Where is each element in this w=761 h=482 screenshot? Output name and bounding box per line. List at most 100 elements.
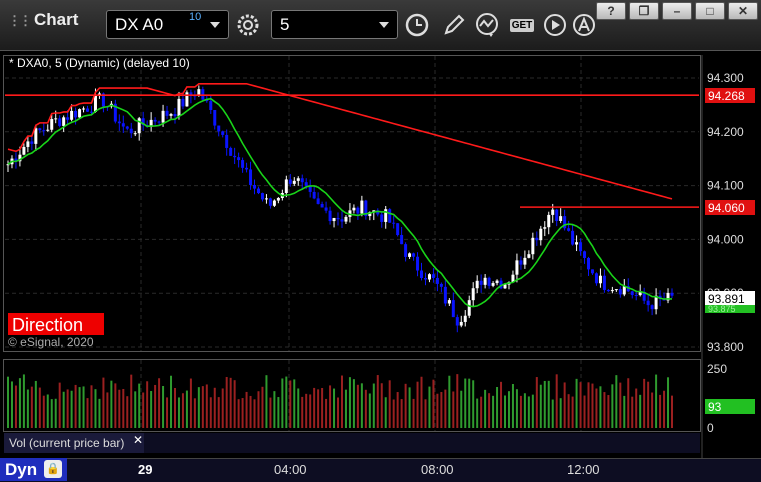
volume-bar <box>337 397 340 428</box>
candle-body <box>312 191 316 199</box>
dynamic-mode-button[interactable]: Dyn 🔒 <box>0 458 67 481</box>
volume-bar <box>333 388 336 428</box>
price-tick-label: 94.300 <box>707 71 744 85</box>
candle-body <box>515 260 519 275</box>
candle-body <box>459 321 463 326</box>
candle-body <box>201 89 205 100</box>
volume-bar <box>229 377 232 428</box>
volume-bar <box>531 394 534 428</box>
volume-bar <box>364 389 367 428</box>
candle-body <box>535 237 539 241</box>
candle-body <box>487 277 491 286</box>
volume-label: Vol (current price bar) <box>9 436 124 450</box>
candle-body <box>431 274 435 278</box>
candle-body <box>268 198 272 206</box>
candle-body <box>86 108 90 112</box>
volume-bar <box>380 383 383 428</box>
candle-body <box>161 110 165 123</box>
candle-body <box>416 256 420 271</box>
time-label-day: 29 <box>138 462 153 477</box>
volume-bar <box>539 384 542 428</box>
volume-bar <box>504 395 507 428</box>
maximize-button[interactable]: □ <box>695 2 725 20</box>
close-study-icon[interactable]: ✕ <box>133 433 143 447</box>
chevron-down-icon[interactable] <box>210 22 220 28</box>
price-tag-middle-text: 94.060 <box>708 201 745 215</box>
interval-select[interactable]: 5 <box>271 10 398 39</box>
candle-body <box>483 277 487 285</box>
volume-bar <box>492 395 495 428</box>
candle-body <box>451 300 455 318</box>
volume-bar <box>66 389 69 428</box>
volume-bar <box>452 391 455 428</box>
candle-body <box>408 253 412 257</box>
volume-tick-label: 0 <box>707 421 714 435</box>
candle-body <box>579 242 583 252</box>
volume-bar <box>309 394 312 428</box>
price-tick-label: 93.800 <box>707 340 744 354</box>
delay-badge: 10 <box>189 11 202 23</box>
volume-bar <box>325 398 328 428</box>
volume-bar <box>615 375 618 428</box>
price-chart[interactable]: 94.30094.20094.10094.00093.90093.800 250… <box>0 51 761 461</box>
help-button[interactable]: ? <box>596 2 626 20</box>
restore-button[interactable]: ❐ <box>629 2 659 20</box>
clock-icon[interactable] <box>403 11 431 39</box>
candle-body <box>634 295 638 297</box>
candle-body <box>427 274 431 280</box>
window-title[interactable]: ⋮⋮ Chart <box>8 10 78 30</box>
volume-bar <box>488 393 491 428</box>
volume-bar <box>261 386 264 428</box>
close-button[interactable]: ✕ <box>728 2 758 20</box>
price-tag-upper-text: 94.268 <box>708 89 745 103</box>
chart-area[interactable]: 94.30094.20094.10094.00093.90093.800 250… <box>0 51 761 461</box>
candle-body <box>264 198 268 200</box>
candle-body <box>344 216 348 222</box>
play-icon[interactable] <box>541 11 569 39</box>
volume-bar <box>134 391 137 428</box>
chevron-down-icon[interactable] <box>379 22 389 28</box>
candle-body <box>241 160 245 168</box>
volume-bar <box>54 398 57 428</box>
candle-body <box>300 178 304 183</box>
lock-icon[interactable]: 🔒 <box>44 460 62 478</box>
candle-body <box>400 235 404 245</box>
volume-bar <box>293 379 296 428</box>
candle-body <box>479 280 483 285</box>
candle-body <box>260 193 264 200</box>
get-data-icon[interactable]: GET <box>505 11 539 39</box>
candle-body <box>54 118 58 120</box>
candle-body <box>225 134 229 148</box>
candle-body <box>352 207 356 211</box>
candle-body <box>121 123 125 127</box>
studies-icon[interactable] <box>473 11 501 39</box>
volume-bar <box>571 396 574 428</box>
grip-icon[interactable]: ⋮⋮ <box>8 13 32 28</box>
candle-body <box>630 291 634 296</box>
volume-bar <box>94 389 97 428</box>
volume-tick-label: 250 <box>707 362 727 376</box>
volume-bar <box>655 374 658 428</box>
volume-bar <box>98 398 101 428</box>
volume-bar <box>82 386 85 428</box>
candle-body <box>531 237 535 255</box>
volume-bar <box>344 389 347 428</box>
volume-bar <box>579 382 582 428</box>
pencil-icon[interactable] <box>440 11 468 39</box>
settings-gear-icon[interactable] <box>234 11 262 39</box>
volume-bar <box>535 377 538 428</box>
time-axis[interactable]: 29 04:00 08:00 12:00 <box>0 458 761 482</box>
minimize-button[interactable]: – <box>662 2 692 20</box>
candle-body <box>455 317 459 326</box>
volume-bar <box>197 387 200 428</box>
volume-bar <box>201 386 204 428</box>
volume-bar <box>631 396 634 428</box>
alert-icon[interactable] <box>570 11 598 39</box>
volume-bar <box>368 393 371 428</box>
symbol-input[interactable]: DX A0 10 <box>106 10 229 39</box>
volume-bar <box>257 391 260 428</box>
volume-bar <box>18 378 21 428</box>
candle-body <box>229 147 233 156</box>
candle-body <box>26 141 30 147</box>
candle-body <box>22 146 26 155</box>
